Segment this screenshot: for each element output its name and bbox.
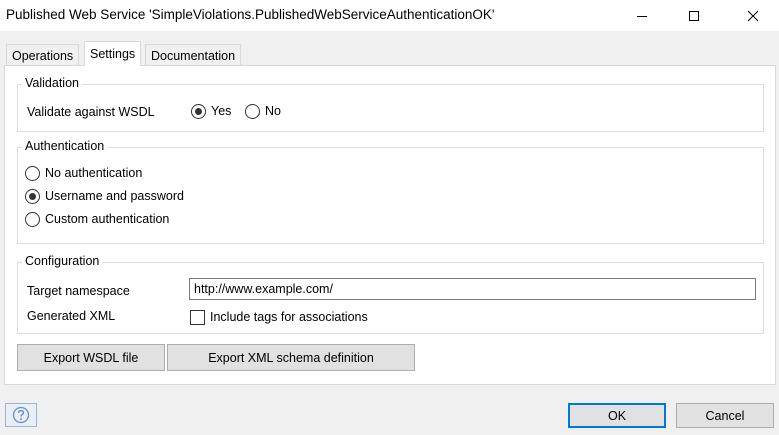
authentication-group: Authentication No authentication Usernam… bbox=[17, 139, 764, 244]
configuration-group: Configuration Target namespace http://ww… bbox=[17, 254, 764, 334]
authentication-group-title: Authentication bbox=[22, 139, 108, 153]
tab-label: Documentation bbox=[151, 48, 236, 63]
username-password-label[interactable]: Username and password bbox=[45, 189, 184, 203]
tab-label: Operations bbox=[12, 48, 74, 63]
tab-documentation[interactable]: Documentation bbox=[145, 44, 242, 66]
custom-authentication-radio[interactable] bbox=[25, 212, 40, 227]
settings-panel: Validation Validate against WSDL Yes No … bbox=[4, 65, 776, 385]
export-xsd-button[interactable]: Export XML schema definition bbox=[167, 344, 415, 371]
tab-operations[interactable]: Operations bbox=[6, 44, 80, 66]
cancel-button[interactable]: Cancel bbox=[676, 403, 774, 428]
minimize-icon bbox=[637, 15, 647, 17]
validate-no-radio[interactable] bbox=[245, 104, 260, 119]
help-button[interactable] bbox=[5, 403, 37, 427]
export-wsdl-label: Export WSDL file bbox=[43, 350, 139, 365]
maximize-button[interactable] bbox=[671, 0, 717, 31]
tab-settings[interactable]: Settings bbox=[84, 41, 142, 66]
export-xsd-label: Export XML schema definition bbox=[208, 350, 374, 365]
ok-button[interactable]: OK bbox=[568, 403, 666, 428]
custom-authentication-label[interactable]: Custom authentication bbox=[45, 212, 169, 226]
tab-label: Settings bbox=[90, 47, 136, 61]
maximize-icon bbox=[689, 10, 699, 21]
cancel-label: Cancel bbox=[705, 408, 745, 423]
no-authentication-label[interactable]: No authentication bbox=[45, 166, 142, 180]
help-icon bbox=[12, 406, 30, 424]
username-password-radio[interactable] bbox=[25, 189, 40, 204]
minimize-button[interactable] bbox=[619, 0, 665, 31]
export-wsdl-button[interactable]: Export WSDL file bbox=[17, 344, 165, 371]
validate-yes-label[interactable]: Yes bbox=[211, 104, 231, 118]
generated-xml-label: Generated XML bbox=[27, 309, 116, 323]
ok-label: OK bbox=[607, 408, 627, 423]
validate-wsdl-label: Validate against WSDL bbox=[27, 105, 155, 119]
close-button[interactable] bbox=[730, 0, 776, 31]
target-namespace-input[interactable]: http://www.example.com/ bbox=[189, 278, 756, 300]
title-bar: Published Web Service 'SimpleViolations.… bbox=[0, 0, 779, 31]
include-associations-checkbox[interactable] bbox=[190, 310, 205, 325]
validate-yes-radio[interactable] bbox=[191, 104, 206, 119]
no-authentication-radio[interactable] bbox=[25, 166, 40, 181]
tab-strip: Operations Settings Documentation bbox=[0, 31, 779, 66]
validate-no-label[interactable]: No bbox=[265, 104, 281, 118]
target-namespace-label: Target namespace bbox=[27, 284, 130, 298]
include-associations-label[interactable]: Include tags for associations bbox=[210, 310, 368, 324]
validation-group: Validation Validate against WSDL Yes No bbox=[17, 76, 764, 132]
window-title: Published Web Service 'SimpleViolations.… bbox=[6, 7, 495, 22]
validation-group-title: Validation bbox=[22, 76, 82, 90]
configuration-group-title: Configuration bbox=[22, 254, 103, 268]
close-icon bbox=[747, 10, 759, 21]
